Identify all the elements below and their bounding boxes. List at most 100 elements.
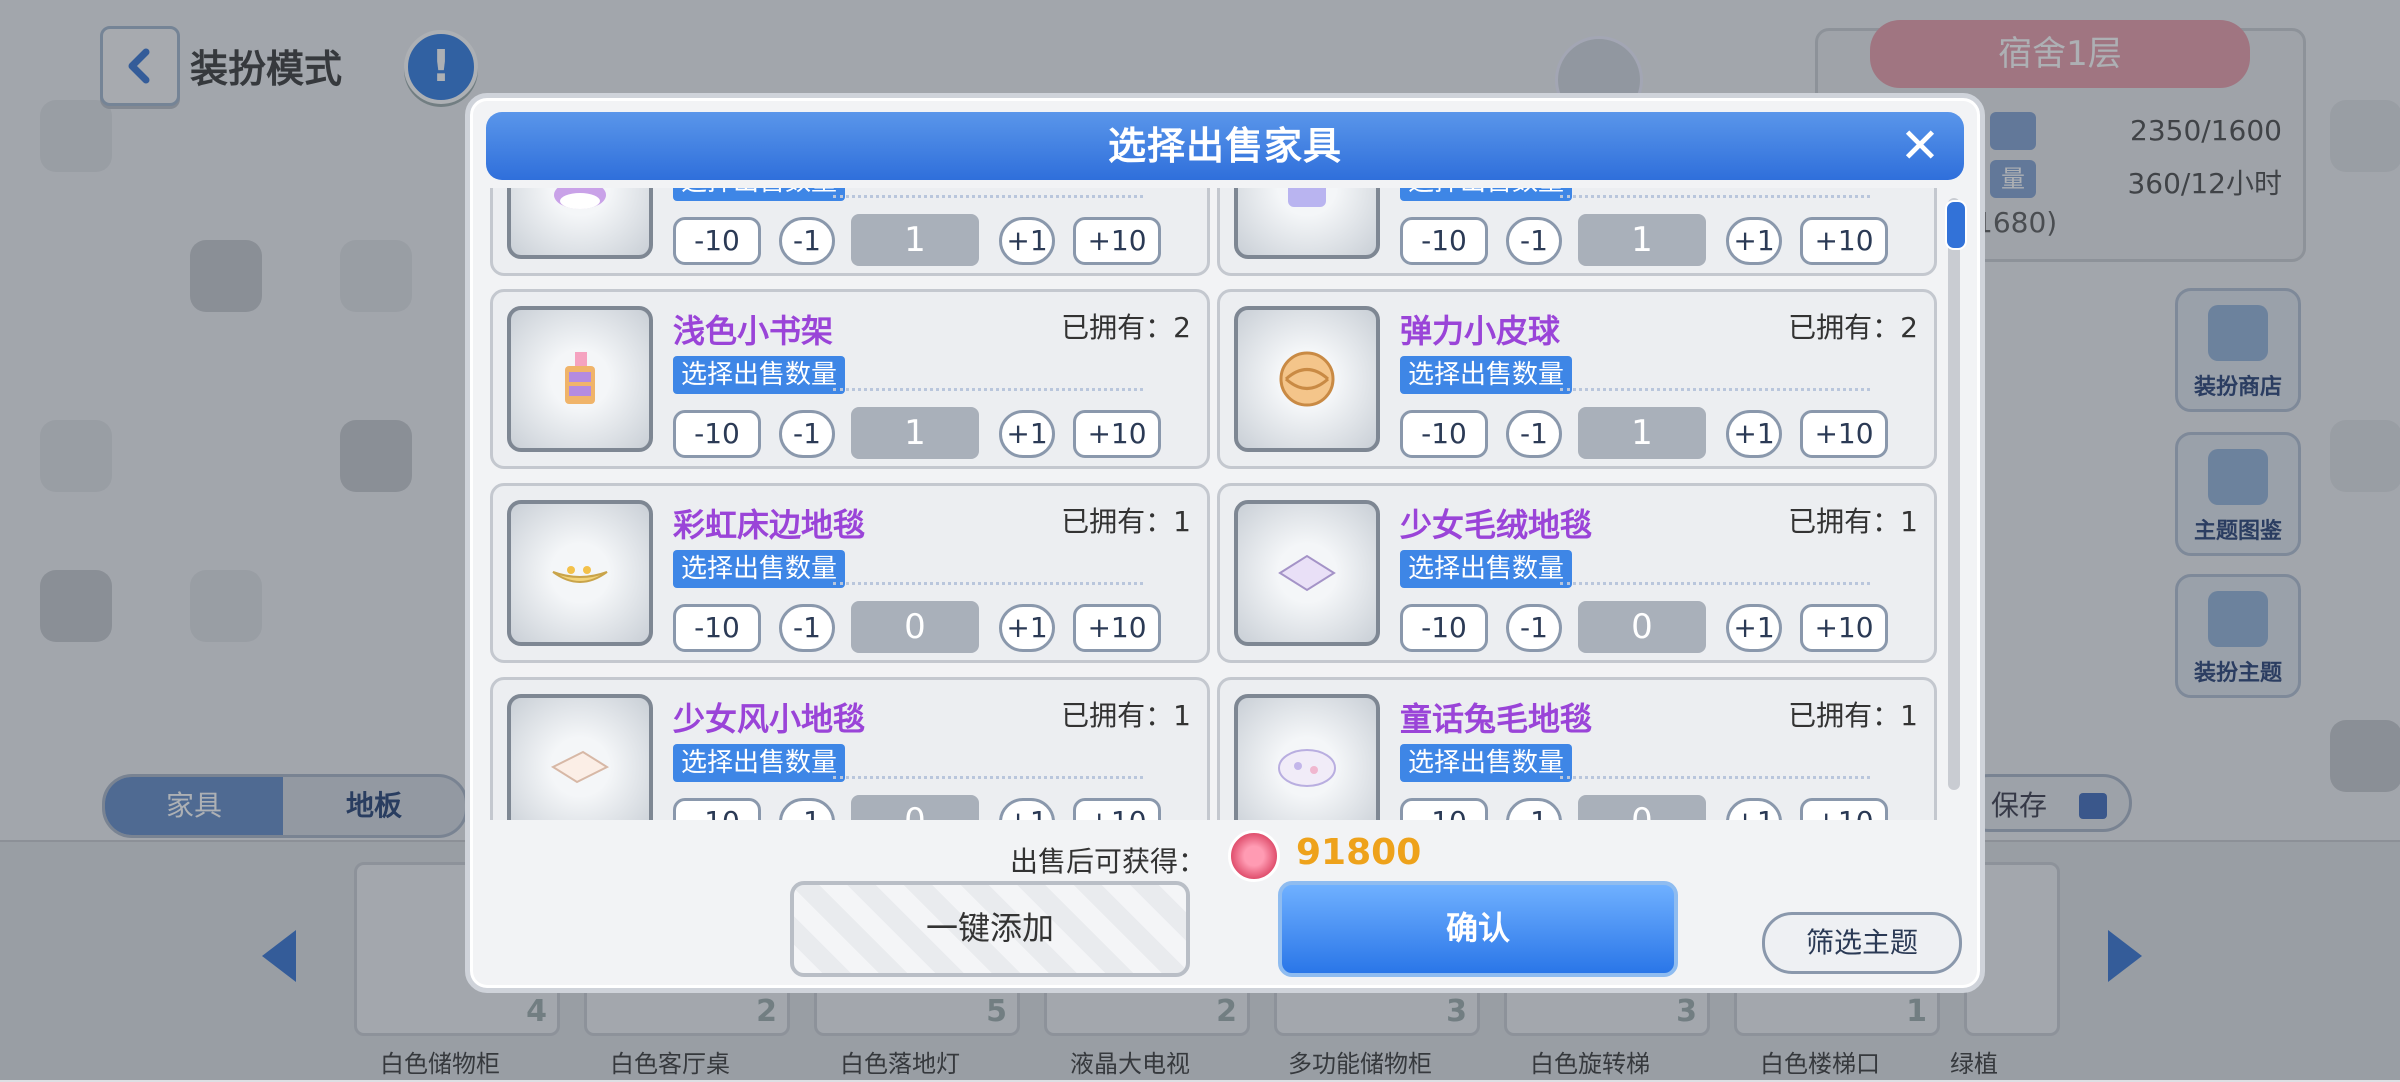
item-thumbnail xyxy=(1234,500,1380,646)
minus-10-button[interactable]: -10 xyxy=(1400,604,1488,652)
gain-value: 91800 xyxy=(1296,832,1422,873)
plus-1-button[interactable]: +1 xyxy=(999,410,1055,458)
scrollbar-thumb[interactable] xyxy=(1945,200,1967,250)
minus-10-button[interactable]: -10 xyxy=(673,798,761,820)
item-owned-count: 已拥有：2 xyxy=(1788,311,1918,344)
plus-10-button[interactable]: +10 xyxy=(1073,217,1161,265)
minus-1-button[interactable]: -1 xyxy=(779,604,835,652)
plus-10-button[interactable]: +10 xyxy=(1800,604,1888,652)
sell-item-card: 童话兔毛地毯 已拥有：1 选择出售数量 -10 -1 0 +1 +10 xyxy=(1217,677,1937,820)
sell-furniture-dialog: 选择出售家具 ✕ 选择出售数量 -10 -1 1 +1 +10 选择出售数量 -… xyxy=(465,93,1985,993)
item-thumbnail xyxy=(1234,306,1380,452)
sell-quantity-tag: 选择出售数量 xyxy=(673,188,846,201)
ball-image xyxy=(1279,351,1335,407)
divider xyxy=(833,582,1143,585)
plus-1-button[interactable]: +1 xyxy=(1726,217,1782,265)
divider xyxy=(833,388,1143,391)
item-name: 少女风小地毯 xyxy=(673,700,866,738)
plus-10-button[interactable]: +10 xyxy=(1800,798,1888,820)
item-owned-count: 已拥有：1 xyxy=(1788,505,1918,538)
sell-quantity-value: 0 xyxy=(1578,601,1706,653)
item-name: 少女毛绒地毯 xyxy=(1400,506,1593,544)
sell-quantity-tag: 选择出售数量 xyxy=(1400,356,1573,394)
plus-1-button[interactable]: +1 xyxy=(999,798,1055,820)
add-all-button[interactable]: 一键添加 xyxy=(790,881,1190,977)
bookshelf-image xyxy=(565,352,595,404)
plus-10-button[interactable]: +10 xyxy=(1800,410,1888,458)
item-owned-count: 已拥有：1 xyxy=(1788,699,1918,732)
item-name: 童话兔毛地毯 xyxy=(1400,700,1593,738)
item-image xyxy=(1288,188,1326,207)
item-thumbnail xyxy=(507,694,653,820)
sell-item-card: 少女毛绒地毯 已拥有：1 选择出售数量 -10 -1 0 +1 +10 xyxy=(1217,483,1937,663)
item-thumbnail xyxy=(507,306,653,452)
sell-item-card: 选择出售数量 -10 -1 1 +1 +10 xyxy=(1217,188,1937,276)
item-name: 弹力小皮球 xyxy=(1400,312,1561,350)
minus-1-button[interactable]: -1 xyxy=(1506,410,1562,458)
item-thumbnail xyxy=(1234,188,1380,259)
sell-item-card: 弹力小皮球 已拥有：2 选择出售数量 -10 -1 1 +1 +10 xyxy=(1217,289,1937,469)
sell-quantity-value: 1 xyxy=(851,214,979,266)
gain-label: 出售后可获得： xyxy=(1010,845,1207,878)
sell-item-card: 少女风小地毯 已拥有：1 选择出售数量 -10 -1 0 +1 +10 xyxy=(490,677,1210,820)
sell-quantity-tag: 选择出售数量 xyxy=(1400,744,1573,782)
divider xyxy=(1560,582,1870,585)
minus-10-button[interactable]: -10 xyxy=(1400,410,1488,458)
minus-10-button[interactable]: -10 xyxy=(673,604,761,652)
plus-1-button[interactable]: +1 xyxy=(1726,410,1782,458)
plus-10-button[interactable]: +10 xyxy=(1073,798,1161,820)
confirm-button[interactable]: 确认 xyxy=(1278,881,1678,977)
minus-10-button[interactable]: -10 xyxy=(1400,798,1488,820)
sell-quantity-value: 0 xyxy=(851,601,979,653)
plus-10-button[interactable]: +10 xyxy=(1800,217,1888,265)
sell-item-card: 彩虹床边地毯 已拥有：1 选择出售数量 -10 -1 0 +1 +10 xyxy=(490,483,1210,663)
divider xyxy=(1560,776,1870,779)
scrollbar-track[interactable] xyxy=(1948,198,1960,790)
minus-1-button[interactable]: -1 xyxy=(779,217,835,265)
item-owned-count: 已拥有：1 xyxy=(1061,699,1191,732)
item-owned-count: 已拥有：2 xyxy=(1061,311,1191,344)
filter-theme-button[interactable]: 筛选主题 xyxy=(1762,912,1962,974)
minus-1-button[interactable]: -1 xyxy=(1506,604,1562,652)
divider xyxy=(833,195,1143,198)
divider xyxy=(833,776,1143,779)
minus-1-button[interactable]: -1 xyxy=(779,798,835,820)
plus-10-button[interactable]: +10 xyxy=(1073,604,1161,652)
divider xyxy=(1560,388,1870,391)
minus-1-button[interactable]: -1 xyxy=(779,410,835,458)
rug-image xyxy=(552,566,608,583)
plus-10-button[interactable]: +10 xyxy=(1073,410,1161,458)
close-icon[interactable]: ✕ xyxy=(1896,122,1944,170)
item-name: 浅色小书架 xyxy=(673,312,834,350)
minus-1-button[interactable]: -1 xyxy=(1506,798,1562,820)
sell-quantity-tag: 选择出售数量 xyxy=(673,744,846,782)
sell-quantity-tag: 选择出售数量 xyxy=(673,356,846,394)
plus-1-button[interactable]: +1 xyxy=(1726,798,1782,820)
plus-1-button[interactable]: +1 xyxy=(1726,604,1782,652)
item-name: 彩虹床边地毯 xyxy=(673,506,866,544)
rug-image xyxy=(1278,749,1336,787)
minus-10-button[interactable]: -10 xyxy=(1400,217,1488,265)
sell-quantity-value: 1 xyxy=(1578,407,1706,459)
sell-quantity-tag: 选择出售数量 xyxy=(673,550,846,588)
item-thumbnail xyxy=(1234,694,1380,820)
item-thumbnail xyxy=(507,500,653,646)
sell-quantity-tag: 选择出售数量 xyxy=(1400,188,1573,201)
minus-10-button[interactable]: -10 xyxy=(673,410,761,458)
item-image xyxy=(554,188,606,209)
sell-quantity-value: 0 xyxy=(851,795,979,820)
minus-10-button[interactable]: -10 xyxy=(673,217,761,265)
item-owned-count: 已拥有：1 xyxy=(1061,505,1191,538)
plus-1-button[interactable]: +1 xyxy=(999,604,1055,652)
divider xyxy=(1560,195,1870,198)
item-thumbnail xyxy=(507,188,653,259)
plus-1-button[interactable]: +1 xyxy=(999,217,1055,265)
sell-item-list[interactable]: 选择出售数量 -10 -1 1 +1 +10 选择出售数量 -10 -1 1 +… xyxy=(490,188,1945,820)
sell-quantity-value: 0 xyxy=(1578,795,1706,820)
minus-1-button[interactable]: -1 xyxy=(1506,217,1562,265)
dialog-title: 选择出售家具 xyxy=(1107,124,1342,168)
dialog-header: 选择出售家具 ✕ xyxy=(486,112,1964,180)
sell-item-card: 浅色小书架 已拥有：2 选择出售数量 -10 -1 1 +1 +10 xyxy=(490,289,1210,469)
sell-item-card: 选择出售数量 -10 -1 1 +1 +10 xyxy=(490,188,1210,276)
rug-image xyxy=(1278,554,1336,592)
